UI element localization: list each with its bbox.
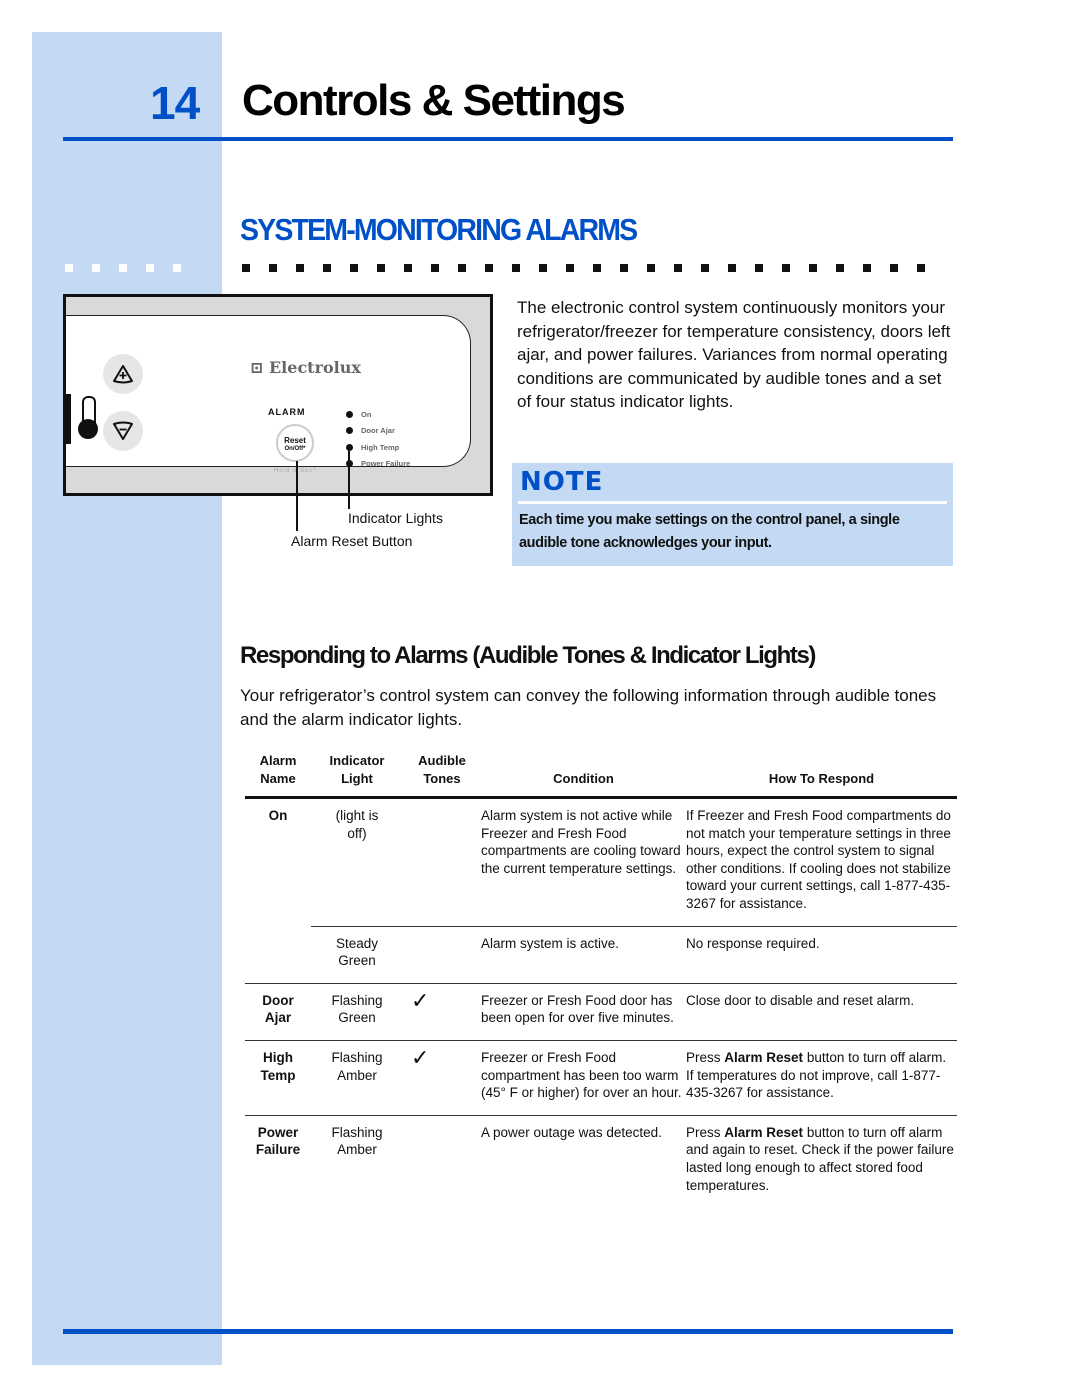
callout-indicator-lights: Indicator Lights [348, 510, 443, 526]
indicator-dot-icon [346, 410, 353, 418]
alarm-label: ALARM [268, 407, 306, 417]
cell-audible-tone [403, 926, 481, 984]
chapter-number: 14 [150, 77, 200, 129]
dot-divider-dark [242, 264, 944, 273]
cell-how-to-respond: Close door to disable and reset alarm. [686, 983, 957, 1041]
cell-how-to-respond: Press Alarm Reset button to turn off ala… [686, 1040, 957, 1116]
brand-logo: ⊡ Electrolux [250, 358, 361, 377]
header-indicator-light: Indicator Light [311, 752, 403, 799]
indicator-on: On [346, 406, 410, 423]
cell-alarm-name: Power Failure [255, 1124, 301, 1158]
cell-alarm-name: High Temp [245, 1040, 311, 1116]
cell-how-to-respond: No response required. [686, 926, 957, 984]
responding-title: Responding to Alarms (Audible Tones & In… [240, 642, 816, 669]
checkmark-icon: ✓ [403, 983, 481, 1041]
alarms-table: Alarm Name Indicator Light Audible Tones Co… [245, 752, 957, 1207]
header-alarm-name: Alarm Name [245, 752, 311, 799]
plus-triangle-icon [113, 365, 133, 384]
cell-indicator-light: Steady Green [311, 926, 403, 984]
dot-divider-light [65, 264, 200, 273]
cell-condition: Alarm system is active. [481, 926, 686, 984]
header-condition: Condition [481, 752, 686, 799]
note-title: NOTE [520, 467, 604, 497]
minus-triangle-icon [113, 421, 133, 440]
indicator-lights: On Door Ajar High Temp Power Failure [346, 406, 410, 472]
responding-intro: Your refrigerator’s control system can c… [240, 686, 937, 729]
intro-paragraph: The electronic control system continuous… [517, 298, 951, 411]
cell-alarm-name [245, 926, 311, 984]
table-row: High Temp Flashing Amber ✓ Freezer or Fres… [245, 1040, 957, 1116]
cell-alarm-name: Door Ajar [245, 983, 311, 1041]
chapter-title: Controls & Settings [242, 76, 626, 125]
callout-line-reset [296, 461, 298, 531]
note-rule [518, 501, 947, 504]
indicator-dot-icon [346, 443, 353, 451]
header-rule [63, 137, 953, 141]
alarm-reset-button[interactable]: Reset On/Off* [276, 424, 314, 462]
sidebar-band [32, 32, 222, 1365]
indicator-door-ajar: Door Ajar [346, 423, 410, 440]
reset-sublabel: On/Off* [284, 446, 306, 452]
indicator-high-temp: High Temp [346, 439, 410, 456]
header-how-to-respond: How To Respond [686, 752, 957, 799]
callout-line-indicators [348, 451, 350, 509]
table-row: Door Ajar Flashing Green ✓ Freezer or Fres… [245, 983, 957, 1041]
cell-condition: A power outage was detected. [481, 1124, 662, 1140]
header-audible-tones: Audible Tones [403, 752, 481, 799]
table-row: On (light is off) Alarm system is not act… [245, 797, 957, 927]
cell-condition: Freezer or Fresh Food door has been open… [481, 983, 686, 1041]
table-row: Steady Green Alarm system is active. No r… [245, 926, 957, 984]
callout-alarm-reset: Alarm Reset Button [291, 533, 413, 549]
cell-alarm-name: On [268, 808, 288, 823]
cell-how-to-respond: Press Alarm Reset button to turn off ala… [686, 1124, 954, 1193]
checkmark-icon: ✓ [403, 1040, 481, 1116]
electrolux-logo-icon: ⊡ [250, 358, 269, 377]
table-row: Power Failure Flashing Amber A power outag… [245, 1115, 957, 1207]
indicator-power-failure: Power Failure [346, 456, 410, 473]
cell-indicator-light: Flashing Green [311, 983, 403, 1041]
cell-indicator-light: Flashing Amber [311, 1040, 403, 1116]
cell-condition: Freezer or Fresh Food compartment has be… [481, 1040, 686, 1116]
table-header-row: Alarm Name Indicator Light Audible Tones Co… [245, 752, 957, 799]
control-panel-illustration: ⊡ Electrolux ALARM Reset On/Off* Hold 3 … [63, 294, 493, 496]
section-title: SYSTEM-MONITORING ALARMS [240, 212, 638, 247]
cell-indicator-light: (light is off) [311, 797, 403, 927]
note-box: NOTE Each time you make settings on the … [512, 463, 953, 566]
temp-down-button[interactable] [103, 411, 143, 451]
reset-label: Reset [284, 436, 306, 445]
cell-condition: Alarm system is not active while Freezer… [481, 797, 686, 927]
temp-up-button[interactable] [103, 354, 143, 394]
note-text: Each time you make settings on the contr… [519, 512, 900, 551]
panel-face: ⊡ Electrolux ALARM Reset On/Off* Hold 3 … [66, 315, 471, 474]
panel-edge-bar [66, 394, 71, 444]
cell-indicator-light: Flashing Amber [331, 1124, 383, 1158]
thermometer-bulb-icon [78, 419, 98, 439]
footer-rule [63, 1329, 953, 1334]
cell-audible-tone [403, 797, 481, 927]
cell-how-to-respond: If Freezer and Fresh Food compartments d… [686, 797, 957, 927]
indicator-dot-icon [346, 427, 353, 435]
cell-audible-tone [403, 1115, 481, 1207]
